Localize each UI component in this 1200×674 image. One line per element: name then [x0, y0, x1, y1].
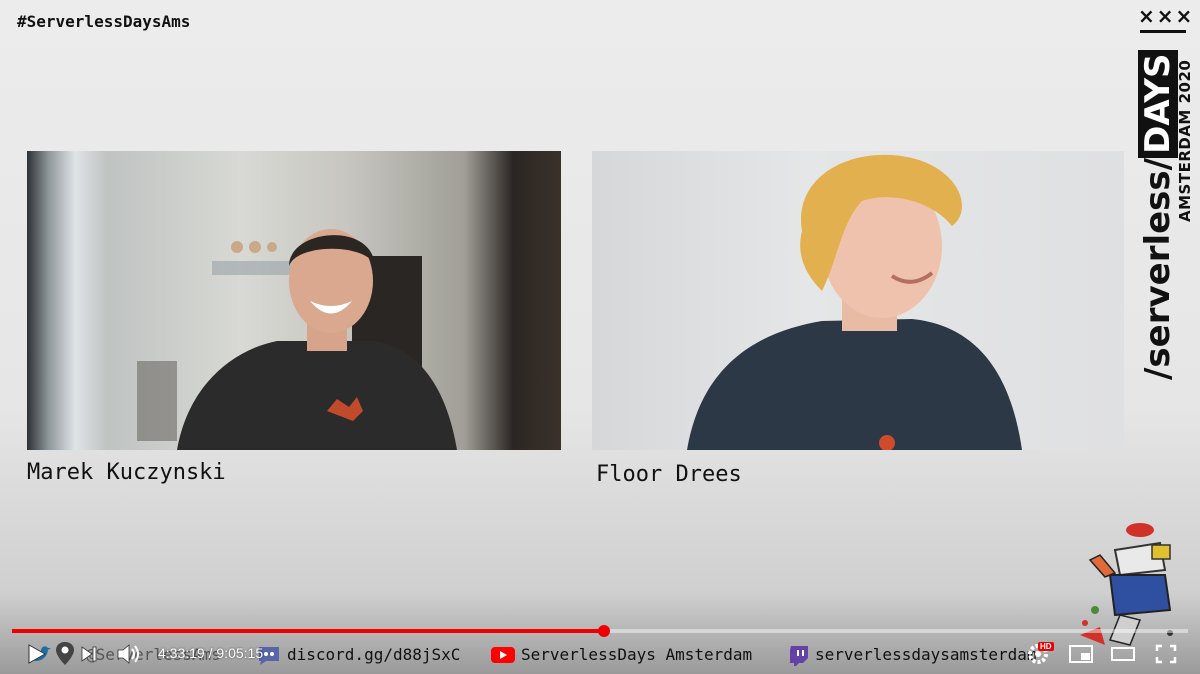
skip-next-icon: [81, 646, 97, 662]
location-pin-icon: [56, 642, 74, 665]
seek-bar[interactable]: [12, 625, 1188, 637]
twitch-icon: [788, 645, 810, 671]
time-separator: /: [204, 645, 217, 661]
video-tile-floor: [592, 151, 1124, 450]
hd-badge: HD: [1038, 642, 1054, 651]
video-tile-marek: [27, 151, 561, 450]
volume-button[interactable]: [116, 640, 142, 668]
brand-title-prefix: /serverless/: [1138, 157, 1178, 380]
video-feed-marek: [137, 229, 457, 450]
mascot-illustration: [1080, 523, 1173, 646]
fullscreen-icon: [1155, 644, 1177, 664]
brand-logo: /serverless/DAYS AMSTERDAM 2020: [1138, 40, 1198, 380]
fullscreen-button[interactable]: [1154, 640, 1178, 668]
miniplayer-icon: [1069, 645, 1093, 663]
miniplayer-button[interactable]: [1068, 640, 1094, 668]
theater-icon: [1111, 647, 1135, 661]
seek-bar-handle[interactable]: [597, 625, 610, 637]
next-button[interactable]: [80, 640, 98, 668]
seek-bar-progress: [12, 629, 604, 633]
participant-name-floor: Floor Drees: [596, 462, 742, 487]
time-display: 4:33:19 / 9:05:15: [158, 645, 263, 661]
brand-title: /serverless/DAYS: [1138, 49, 1178, 380]
play-icon: [28, 644, 47, 664]
brand-title-days: DAYS: [1138, 49, 1178, 158]
video-feed-floor: [687, 154, 1022, 450]
discord-link: discord.gg/d88jSxC: [287, 645, 461, 664]
volume-icon: [117, 644, 139, 664]
current-time: 4:33:19: [158, 645, 205, 661]
youtube-channel: ServerlessDays Amsterdam: [521, 645, 753, 664]
participant-name-marek: Marek Kuczynski: [27, 460, 226, 485]
twitch-channel: serverlessdaysamsterdam: [815, 645, 1037, 664]
duration: 9:05:15: [216, 645, 264, 661]
brand-subtitle: AMSTERDAM 2020: [1176, 59, 1194, 222]
youtube-icon: [490, 645, 516, 669]
event-hashtag: #ServerlessDaysAms: [17, 12, 191, 31]
theater-mode-button[interactable]: [1110, 640, 1136, 668]
brand-xxx-mark: ×××: [1138, 4, 1195, 28]
play-button[interactable]: [24, 640, 48, 668]
location-pin: [55, 640, 75, 668]
brand-divider: [1140, 30, 1186, 33]
